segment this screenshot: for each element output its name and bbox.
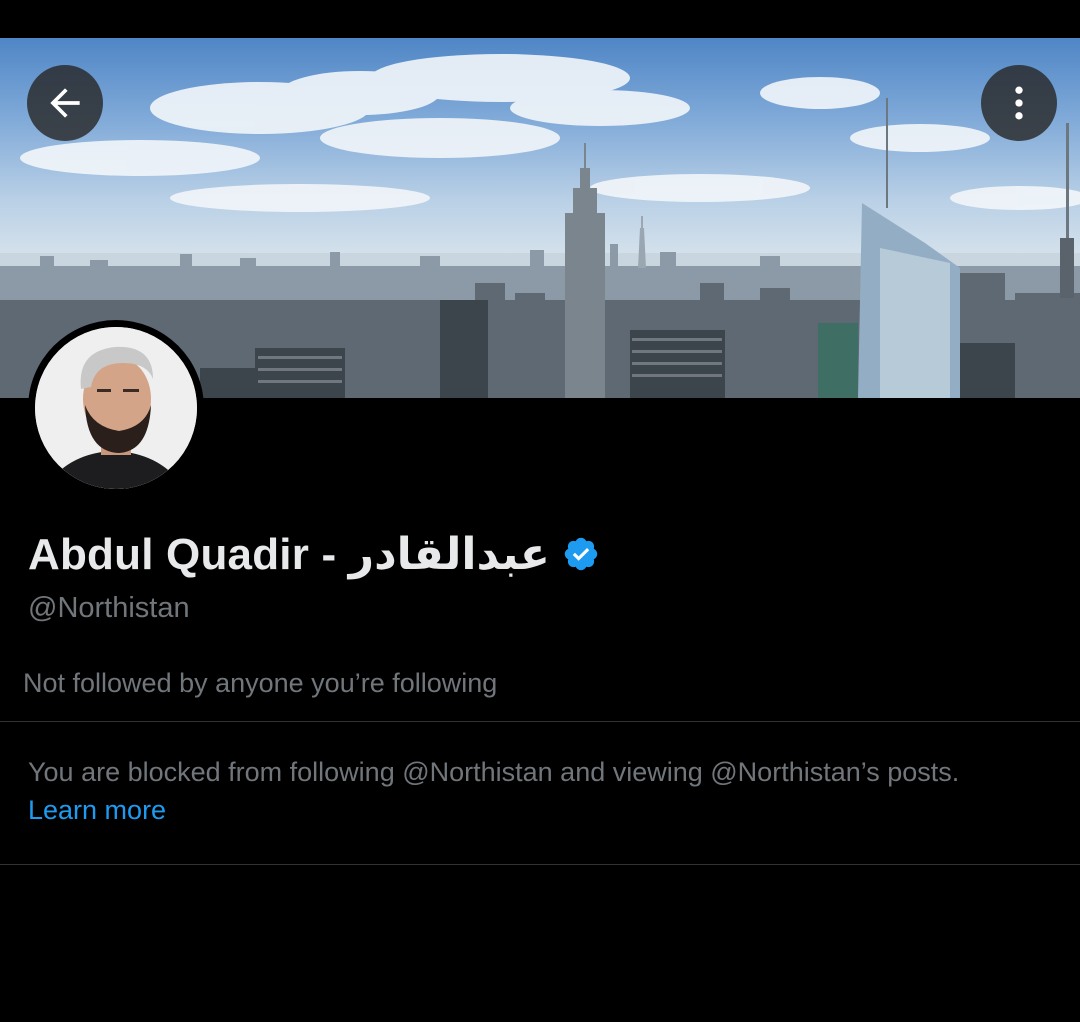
avatar-image bbox=[35, 327, 197, 489]
profile-page: Abdul Quadir - عبدالقادر @Northistan Not… bbox=[0, 0, 1080, 1022]
verified-badge-icon[interactable] bbox=[562, 535, 600, 573]
learn-more-link[interactable]: Learn more bbox=[28, 791, 166, 829]
divider bbox=[0, 864, 1080, 865]
divider bbox=[0, 721, 1080, 722]
back-button[interactable] bbox=[27, 65, 103, 141]
profile-avatar[interactable] bbox=[28, 320, 204, 496]
profile-handle: @Northistan bbox=[28, 592, 190, 624]
more-options-button[interactable] bbox=[981, 65, 1057, 141]
display-name: Abdul Quadir - عبدالقادر bbox=[28, 529, 550, 579]
back-arrow-icon bbox=[50, 88, 80, 118]
followers-you-know-text[interactable]: Not followed by anyone you’re following bbox=[23, 668, 497, 699]
blocked-message-text: You are blocked from following @Northist… bbox=[28, 757, 960, 787]
profile-name-row: Abdul Quadir - عبدالقادر bbox=[28, 526, 600, 582]
more-vertical-icon bbox=[1015, 86, 1023, 120]
avatar-portrait bbox=[35, 327, 197, 489]
blocked-notice: You are blocked from following @Northist… bbox=[28, 753, 1058, 829]
